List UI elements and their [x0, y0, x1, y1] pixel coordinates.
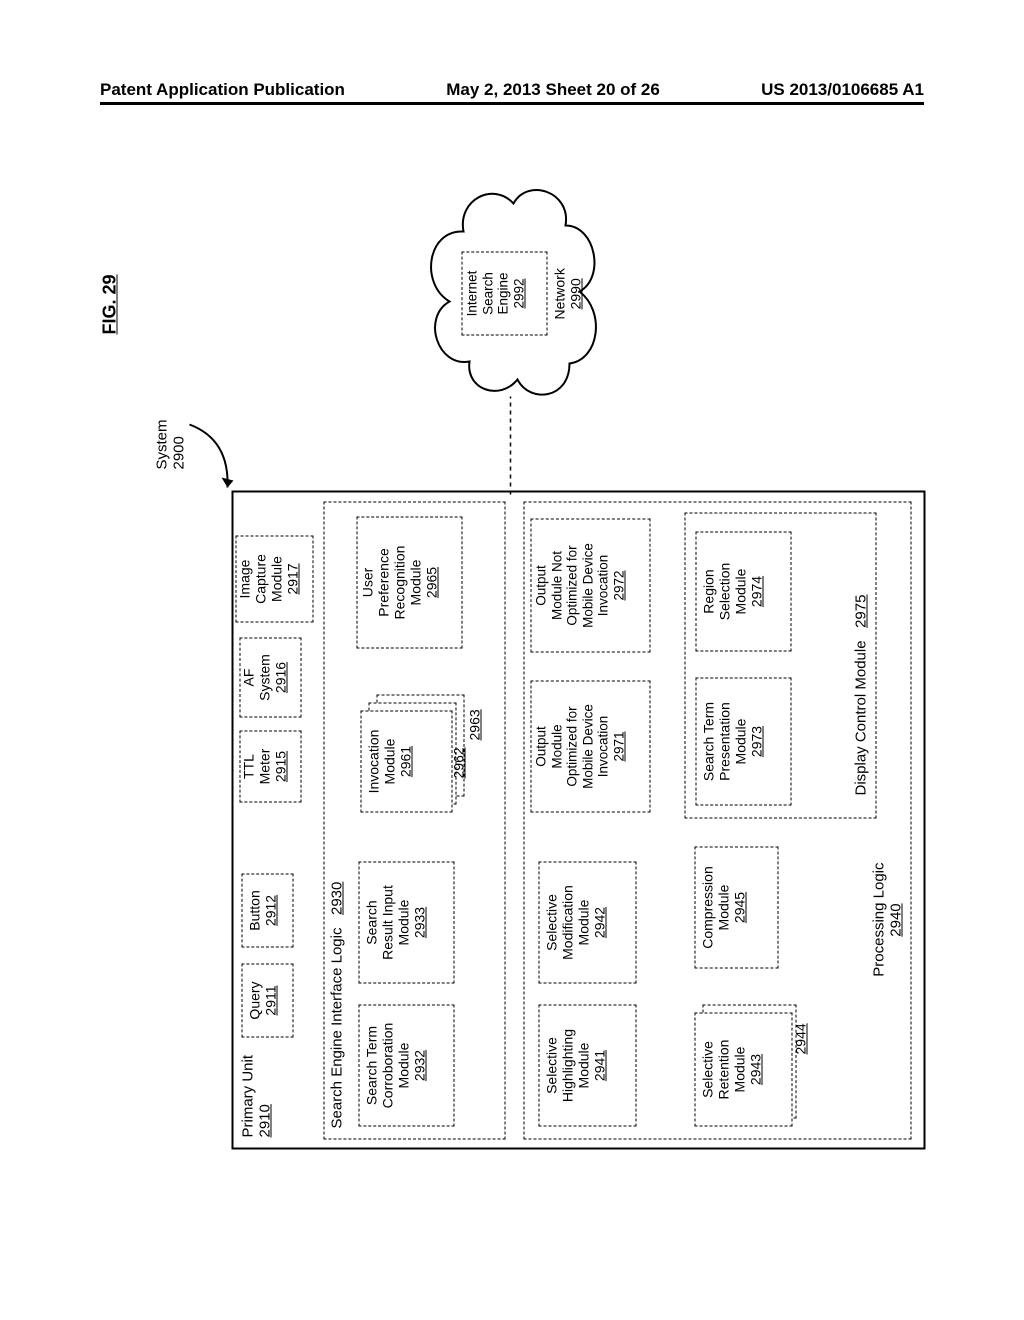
corroboration-ref: 2932: [412, 1050, 428, 1081]
invocation-title: Invocation Module: [366, 730, 398, 794]
invocation-ref-2: 2962: [451, 747, 467, 778]
display-control-ref: 2975: [853, 595, 870, 628]
image-capture-title: Image Capture Module: [237, 554, 285, 604]
header-mid: May 2, 2013 Sheet 20 of 26: [446, 80, 660, 100]
query-ref: 2911: [263, 985, 279, 1015]
selective-retention-ref: 2943: [748, 1054, 764, 1085]
primary-unit-box: Primary Unit 2910 Query 2911 Button 2912…: [232, 491, 926, 1150]
result-input-ref: 2933: [412, 907, 428, 938]
processing-logic-title-line: Processing Logic 2940: [871, 863, 905, 977]
selective-modification-box: Selective Modification Module 2942: [539, 862, 637, 984]
network-ref: 2990: [568, 278, 584, 309]
button-box: Button 2912: [242, 874, 294, 948]
selective-retention-title: Selective Retention Module: [700, 1040, 748, 1100]
region-selection-ref: 2974: [749, 576, 765, 607]
primary-unit-title-block: Primary Unit 2910: [240, 1055, 275, 1138]
primary-unit-title: Primary Unit: [240, 1055, 257, 1138]
image-capture-box: Image Capture Module 2917: [236, 536, 314, 623]
corroboration-title: Search Term Corroboration Module: [364, 1023, 412, 1109]
processing-logic-box: Selective Highlighting Module 2941 Selec…: [524, 502, 912, 1140]
query-box: Query 2911: [242, 964, 294, 1038]
sei-title: Search Engine Interface Logic: [329, 928, 346, 1129]
invocation-ref-3: 2963: [467, 709, 483, 740]
internet-search-engine-ref: 2992: [511, 278, 526, 308]
network-cloud: Internet Search Engine 2992 Network 2990: [400, 178, 620, 410]
selective-modification-ref: 2942: [592, 907, 608, 938]
search-engine-interface-logic-box: Search Engine Interface Logic 2930 Searc…: [324, 502, 506, 1140]
page-header: Patent Application Publication May 2, 20…: [100, 80, 924, 100]
network-label-block: Network 2990: [552, 268, 584, 319]
search-term-presentation-ref: 2973: [749, 726, 765, 757]
output-not-optimized-mobile-box: Output Module Not Optimized for Mobile D…: [531, 519, 651, 653]
region-selection-title: Region Selection Module: [701, 563, 749, 621]
invocation-ref: 2961: [398, 746, 414, 777]
button-ref: 2912: [263, 895, 279, 926]
header-rule: [100, 102, 924, 105]
search-term-presentation-title: Search Term Presentation Module: [701, 702, 749, 781]
processing-logic-title: Processing Logic: [871, 863, 888, 977]
sei-title-line: Search Engine Interface Logic 2930: [329, 882, 346, 1129]
ttl-meter-title: TTL Meter: [241, 749, 273, 785]
selective-retention-ref-2: 2944: [793, 1023, 809, 1054]
corroboration-module-box: Search Term Corroboration Module 2932: [359, 1005, 455, 1127]
selective-retention-box: Selective Retention Module 2943: [695, 1013, 793, 1127]
user-preference-module-box: User Preference Recognition Module 2965: [357, 517, 463, 649]
image-capture-ref: 2917: [285, 563, 301, 594]
header-left: Patent Application Publication: [100, 80, 345, 100]
figure-title: FIG. 29: [100, 274, 121, 334]
compression-module-box: Compression Module 2945: [695, 847, 779, 969]
output-not-optimized-ref: 2972: [611, 570, 626, 600]
user-preference-title: User Preference Recognition Module: [360, 546, 424, 620]
internet-search-engine-title: Internet Search Engine: [465, 271, 511, 317]
sei-ref: 2930: [329, 882, 346, 915]
header-right: US 2013/0106685 A1: [761, 80, 924, 100]
figure-29: FIG. 29 System 2900 Primary Unit 2910 Qu…: [100, 160, 925, 1150]
system-pointer-arrow: [170, 405, 240, 500]
output-not-optimized-title: Output Module Not Optimized for Mobile D…: [534, 543, 611, 628]
output-optimized-ref: 2971: [611, 731, 626, 761]
query-title: Query: [247, 981, 263, 1019]
selective-highlighting-ref: 2941: [592, 1050, 608, 1081]
invocation-module-box: Invocation Module 2961: [361, 711, 453, 813]
result-input-module-box: Search Result Input Module 2933: [359, 862, 455, 984]
display-control-module-box: Search Term Presentation Module 2973 Reg…: [685, 513, 877, 819]
processing-logic-ref: 2940: [888, 903, 905, 936]
ttl-meter-box: TTL Meter 2915: [240, 731, 302, 803]
af-system-ref: 2916: [273, 662, 289, 693]
selective-highlighting-title: Selective Highlighting Module: [544, 1029, 592, 1102]
af-system-title: AF System: [241, 654, 273, 701]
button-title: Button: [247, 890, 263, 930]
output-optimized-mobile-box: Output Module Optimized for Mobile Devic…: [531, 681, 651, 813]
system-label: System: [154, 419, 171, 469]
network-connector-line: [510, 395, 512, 495]
compression-title: Compression Module: [700, 866, 732, 948]
result-input-title: Search Result Input Module: [364, 885, 412, 960]
selective-modification-title: Selective Modification Module: [544, 885, 592, 960]
selective-highlighting-box: Selective Highlighting Module 2941: [539, 1005, 637, 1127]
display-control-title: Display Control Module: [853, 640, 870, 795]
network-label: Network: [552, 268, 568, 319]
primary-unit-ref: 2910: [257, 1104, 274, 1137]
region-selection-box: Region Selection Module 2974: [696, 532, 792, 652]
output-optimized-title: Output Module Optimized for Mobile Devic…: [534, 704, 611, 789]
internet-search-engine-box: Internet Search Engine 2992: [462, 252, 548, 336]
ttl-meter-ref: 2915: [273, 751, 289, 782]
user-preference-ref: 2965: [424, 567, 440, 598]
display-control-title-line: Display Control Module 2975: [853, 595, 870, 796]
compression-ref: 2945: [732, 892, 748, 923]
af-system-box: AF System 2916: [240, 638, 302, 718]
search-term-presentation-box: Search Term Presentation Module 2973: [696, 678, 792, 806]
